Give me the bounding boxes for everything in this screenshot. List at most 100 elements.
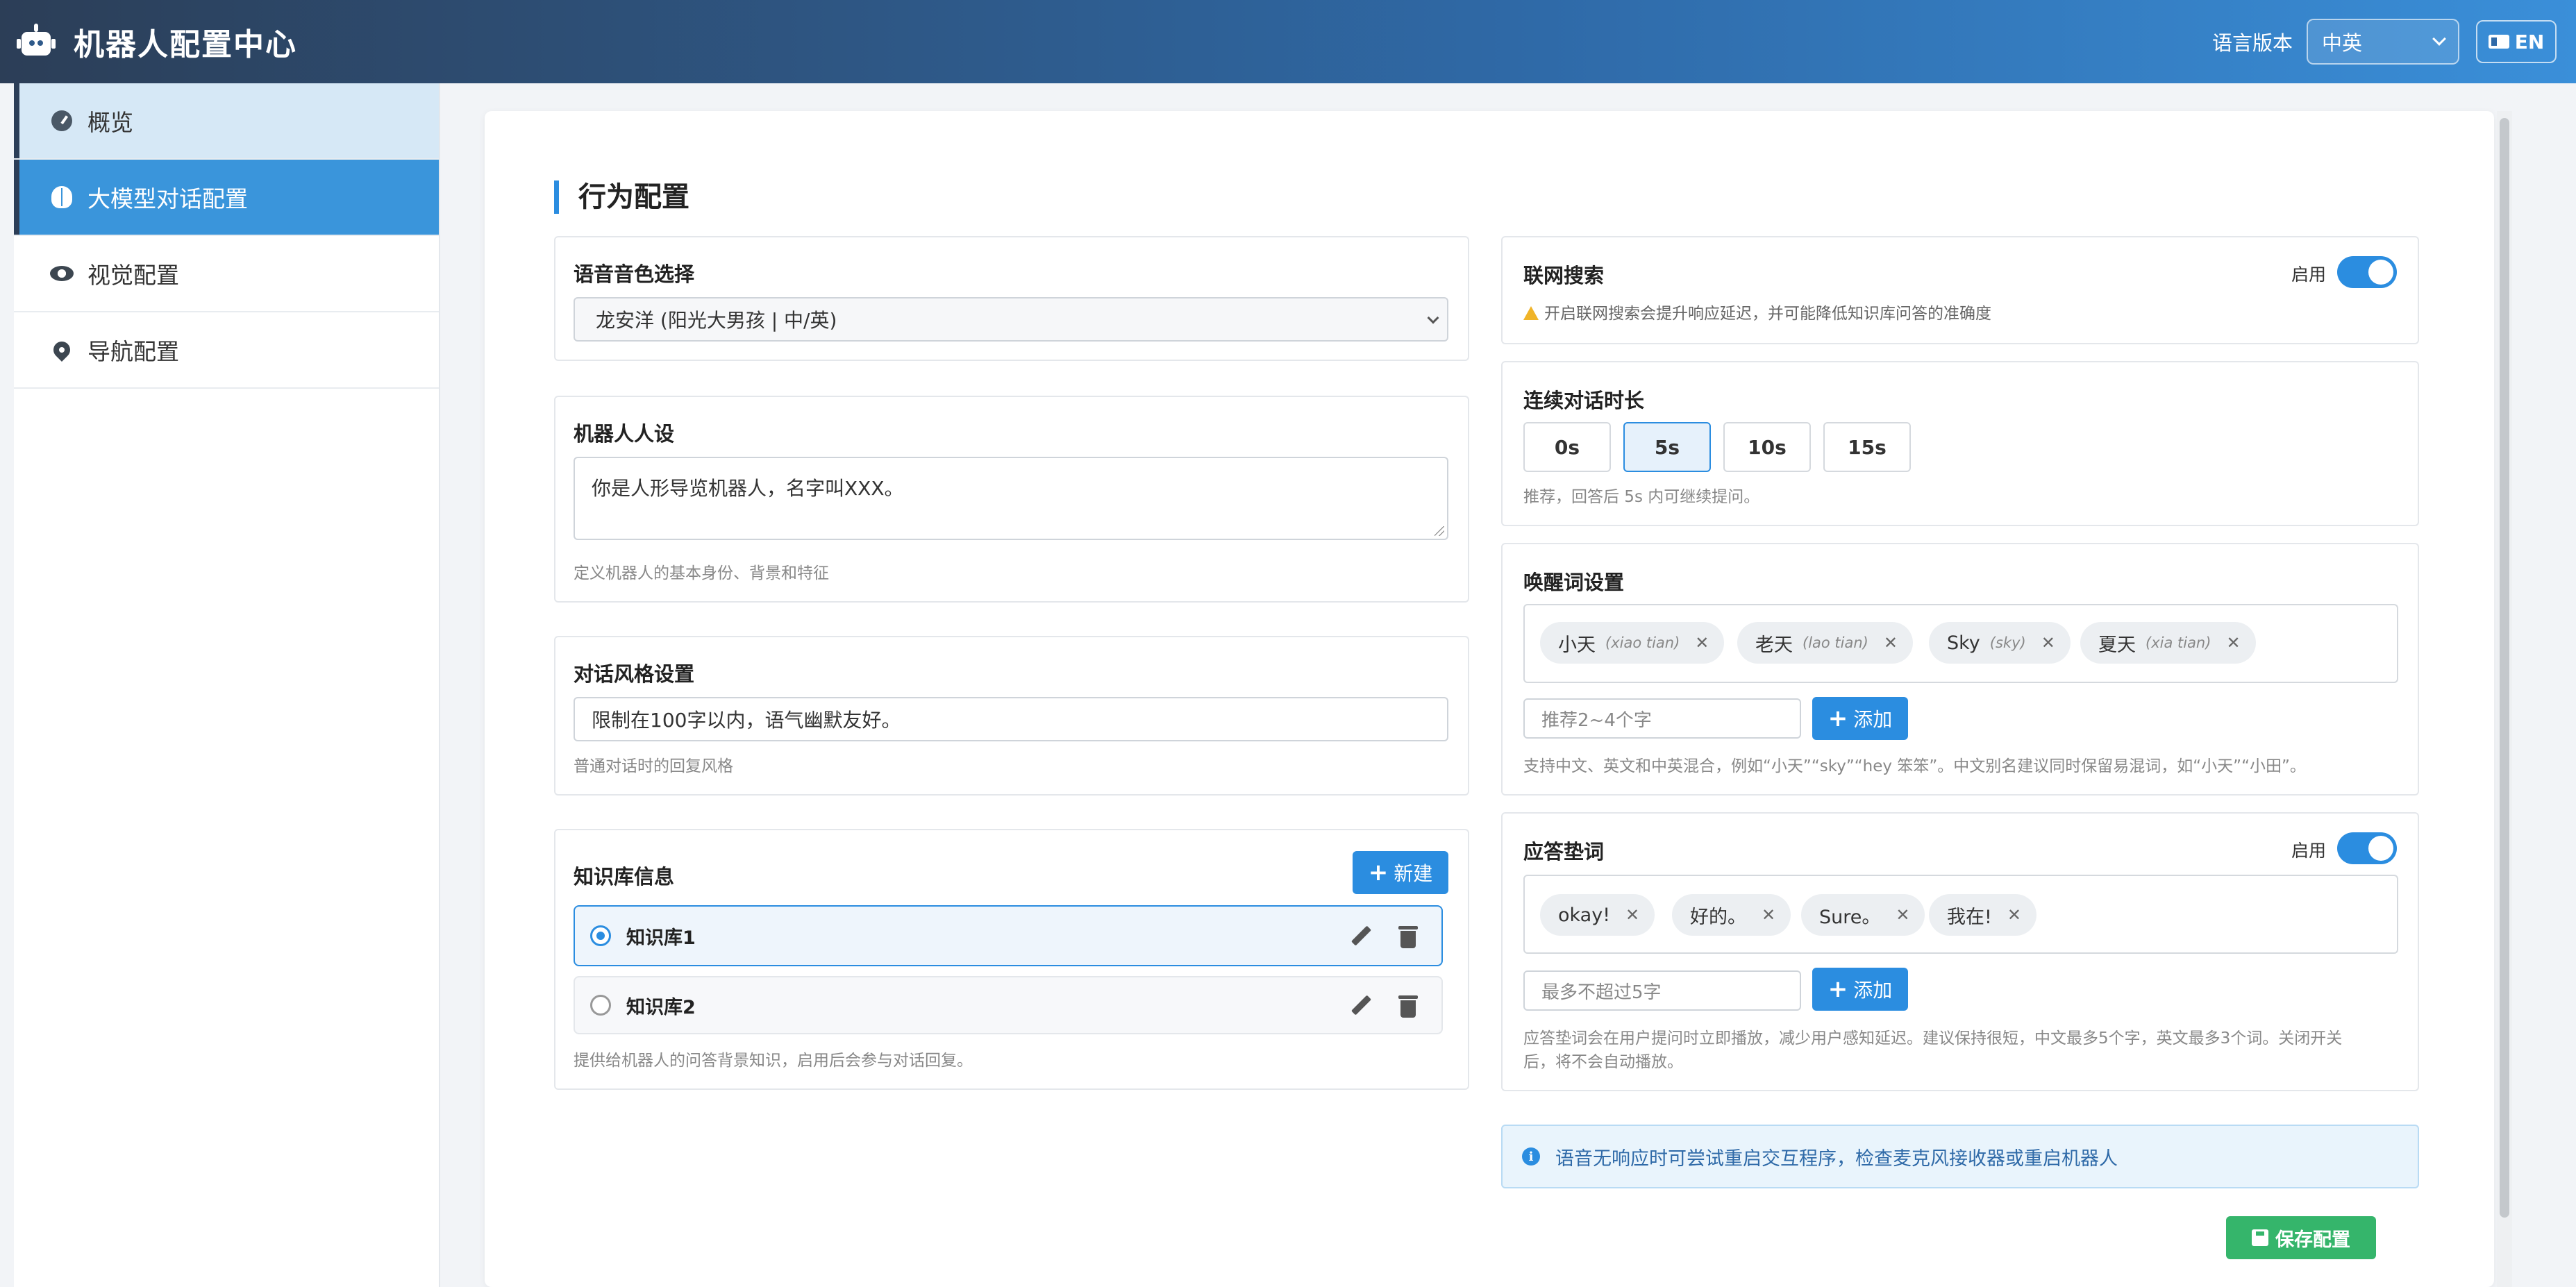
eye-icon [50, 266, 74, 281]
filler-tag-text: Sure。 [1819, 906, 1881, 928]
duration-option-10s[interactable]: 10s [1723, 422, 1811, 472]
section-title: 行为配置 [554, 180, 689, 214]
radio-selected-icon[interactable] [590, 925, 611, 946]
sidebar-item-label: 概览 [87, 109, 133, 136]
wake-input[interactable]: 推荐2~4个字 [1523, 698, 1801, 739]
app-title: 机器人配置中心 [74, 27, 297, 62]
filler-tag: 好的。 ✕ [1672, 894, 1791, 936]
kb-item-2[interactable]: 知识库2 [574, 976, 1443, 1034]
voice-select-value: 龙安洋 (阳光大男孩 | 中/英) [596, 309, 837, 332]
filler-tag: Sure。 ✕ [1801, 894, 1925, 936]
warning-icon [1523, 306, 1539, 320]
wake-tag-text: 小天 [1558, 634, 1596, 656]
save-config-button[interactable]: 保存配置 [2226, 1216, 2376, 1259]
close-icon[interactable]: ✕ [2007, 905, 2021, 925]
close-icon[interactable]: ✕ [1896, 905, 1909, 925]
app-header: 机器人配置中心 语言版本 中英 EN [0, 0, 2576, 83]
sidebar-item-overview[interactable]: 概览 [14, 83, 439, 160]
sidebar-item-navigation[interactable]: 导航配置 [14, 312, 439, 389]
filler-tag-text: okay! [1558, 904, 1611, 926]
brand: 机器人配置中心 [15, 19, 297, 64]
sidebar-item-vision[interactable]: 视觉配置 [14, 236, 439, 312]
voice-select[interactable]: 龙安洋 (阳光大男孩 | 中/英) [574, 297, 1448, 342]
sidebar-item-llm-dialog[interactable]: 大模型对话配置 [14, 160, 439, 236]
close-icon[interactable]: ✕ [2041, 633, 2055, 653]
brain-icon [51, 186, 72, 208]
web-search-panel [1501, 236, 2419, 344]
wake-add-label: 添加 [1853, 708, 1893, 731]
wake-tag: 老天 (lao tian) ✕ [1737, 622, 1913, 664]
duration-hint: 推荐，回答后 5s 内可继续提问。 [1523, 488, 1760, 506]
close-icon[interactable]: ✕ [1695, 633, 1709, 653]
wake-tag-pinyin: (xia tian) [2146, 634, 2211, 651]
kb-hint: 提供给机器人的问答背景知识，启用后会参与对话回复。 [574, 1052, 973, 1070]
chevron-down-icon [1427, 312, 1439, 324]
save-icon [2252, 1229, 2268, 1246]
filler-tag-text: 我在! [1947, 906, 1992, 928]
kb-item-name: 知识库1 [626, 927, 696, 949]
kb-item-1[interactable]: 知识库1 [574, 905, 1443, 966]
persona-hint: 定义机器人的基本身份、背景和特征 [574, 564, 829, 582]
kb-item-name: 知识库2 [626, 996, 696, 1018]
duration-option-0s[interactable]: 0s [1523, 422, 1611, 472]
wake-tag-pinyin: (lao tian) [1803, 634, 1868, 651]
wake-tag: 夏天 (xia tian) ✕ [2080, 622, 2256, 664]
scrollbar-thumb[interactable] [2500, 118, 2509, 1218]
filler-input[interactable]: 最多不超过5字 [1523, 970, 1801, 1011]
filler-hint-line1: 应答垫词会在用户提问时立即播放，减少用户感知延迟。建议保持很短，中文最多5个字，… [1523, 1029, 2343, 1048]
persona-label: 机器人人设 [574, 422, 675, 446]
web-search-warning: 开启联网搜索会提升响应延迟，并可能降低知识库问答的准确度 [1523, 300, 1991, 323]
edit-icon[interactable] [1348, 925, 1372, 948]
filler-add-button[interactable]: + 添加 [1812, 968, 1908, 1011]
language-en-label: EN [2514, 30, 2545, 53]
wake-tag: 小天 (xiao tian) ✕ [1540, 622, 1725, 664]
kb-new-label: 新建 [1394, 862, 1433, 885]
web-search-toggle[interactable] [2337, 256, 2397, 288]
edit-icon[interactable] [1348, 994, 1372, 1018]
language-select[interactable]: 中英 [2307, 19, 2459, 65]
close-icon[interactable]: ✕ [1625, 905, 1639, 925]
id-card-icon [2488, 35, 2509, 49]
dashboard-icon [51, 110, 72, 131]
duration-label: 连续对话时长 [1523, 389, 1645, 412]
wake-tag-text: 夏天 [2098, 634, 2136, 656]
resize-grip-icon[interactable] [1435, 526, 1444, 536]
filler-tag: 我在! ✕ [1929, 894, 2036, 936]
wake-tag-pinyin: (sky) [1989, 634, 2026, 651]
language-select-value: 中英 [2322, 31, 2363, 55]
duration-option-15s[interactable]: 15s [1823, 422, 1911, 472]
chevron-down-icon [2432, 32, 2446, 46]
info-alert: i 语音无响应时可尝试重启交互程序，检查麦克风接收器或重启机器人 [1501, 1125, 2419, 1188]
plus-icon: + [1368, 859, 1389, 886]
sidebar: 概览 大模型对话配置 视觉配置 导航配置 [14, 83, 440, 1287]
style-input-value: 限制在100字以内，语气幽默友好。 [592, 709, 901, 732]
filler-label: 应答垫词 [1523, 840, 1605, 864]
delete-icon[interactable] [1398, 925, 1418, 948]
persona-textarea[interactable]: 你是人形导览机器人，名字叫XXX。 [574, 457, 1448, 540]
duration-option-5s[interactable]: 5s [1623, 422, 1711, 472]
delete-icon[interactable] [1398, 994, 1418, 1018]
sidebar-item-label: 导航配置 [87, 338, 179, 365]
style-label: 对话风格设置 [574, 662, 695, 686]
wake-tag-text: Sky [1947, 632, 1980, 654]
filler-toggle[interactable] [2337, 832, 2397, 864]
filler-tag-text: 好的。 [1690, 906, 1746, 928]
style-input[interactable]: 限制在100字以内，语气幽默友好。 [574, 697, 1448, 741]
language-en-button[interactable]: EN [2476, 20, 2557, 63]
close-icon[interactable]: ✕ [1884, 633, 1898, 653]
filler-tag: okay! ✕ [1540, 894, 1655, 936]
radio-icon[interactable] [590, 995, 611, 1016]
wake-add-button[interactable]: + 添加 [1812, 697, 1908, 740]
wake-tag-text: 老天 [1755, 634, 1793, 656]
web-search-label: 联网搜索 [1523, 264, 1605, 287]
wake-tag: Sky (sky) ✕ [1929, 622, 2071, 664]
web-search-toggle-label: 启用 [2291, 264, 2327, 285]
persona-text: 你是人形导览机器人，名字叫XXX。 [592, 477, 904, 500]
kb-new-button[interactable]: + 新建 [1353, 851, 1448, 894]
filler-hint-line2: 后，将不会自动播放。 [1523, 1053, 1683, 1071]
close-icon[interactable]: ✕ [2226, 633, 2240, 653]
kb-label: 知识库信息 [574, 865, 675, 889]
plus-icon: + [1828, 975, 1848, 1003]
location-pin-icon [50, 338, 74, 362]
close-icon[interactable]: ✕ [1762, 905, 1775, 925]
